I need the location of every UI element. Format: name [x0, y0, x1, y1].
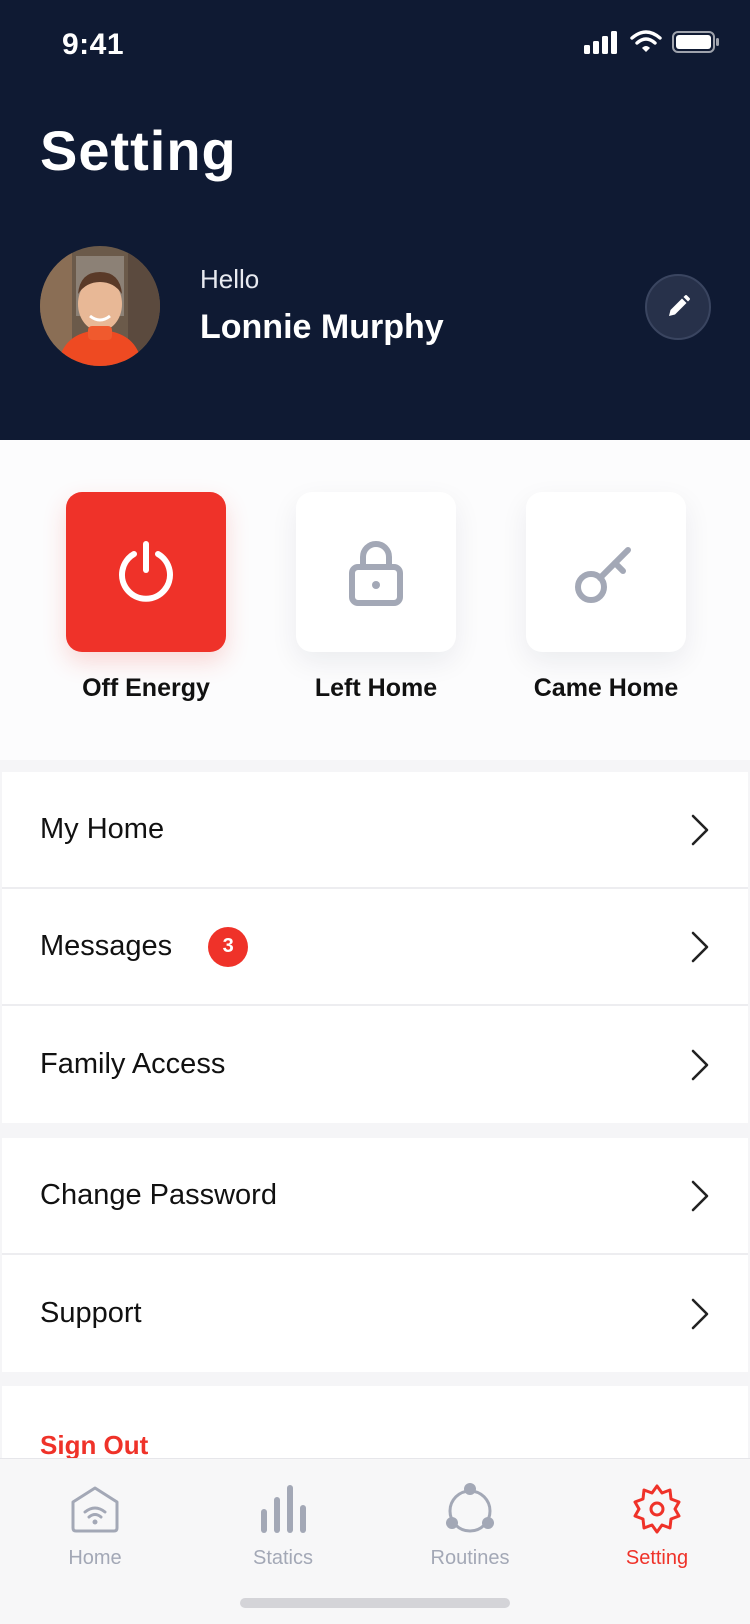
menu-group-account: My Home Messages 3 Family Access — [2, 772, 748, 1123]
menu-item-change-password[interactable]: Change Password — [2, 1138, 748, 1255]
menu-item-label: Messages — [40, 930, 173, 962]
user-name: Lonnie Murphy — [200, 308, 444, 346]
key-icon — [575, 547, 631, 603]
menu-item-label: Family Access — [40, 1048, 226, 1080]
avatar — [40, 246, 160, 366]
edit-profile-button[interactable] — [645, 274, 711, 340]
left-home-tile[interactable] — [296, 492, 456, 652]
pencil-icon — [669, 295, 690, 316]
off-energy-label: Off Energy — [82, 674, 210, 702]
left-home-label: Left Home — [314, 674, 438, 702]
chevron-right-icon — [691, 1049, 709, 1080]
came-home-tile[interactable] — [526, 492, 686, 652]
chevron-right-icon — [691, 1180, 709, 1211]
menu-item-label: Support — [40, 1297, 142, 1329]
chevron-right-icon — [691, 814, 709, 845]
menu-item-messages[interactable]: Messages 3 — [2, 889, 748, 1006]
menu-group-security: Change Password Support — [2, 1138, 748, 1372]
tab-label: Setting — [625, 1547, 689, 1569]
home-icon — [71, 1486, 119, 1533]
menu-item-support[interactable]: Support — [2, 1255, 748, 1372]
menu-item-label: Change Password — [40, 1179, 277, 1211]
status-bar: 9:41 — [0, 0, 750, 90]
menu-item-family-access[interactable]: Family Access — [2, 1006, 748, 1123]
unread-count-badge: 3 — [208, 926, 249, 967]
page-title: Setting — [40, 119, 237, 182]
tab-statics[interactable]: Statics — [213, 1479, 353, 1570]
lock-icon — [349, 541, 403, 606]
tab-setting[interactable]: Setting — [587, 1479, 727, 1570]
gear-icon — [633, 1484, 681, 1534]
menu-item-label: My Home — [40, 813, 165, 845]
quick-actions-panel: Off Energy Left Home Came Home — [0, 440, 750, 760]
tab-label: Routines — [430, 1547, 510, 1569]
came-home-label: Came Home — [533, 674, 679, 702]
left-home-action[interactable]: Left Home — [296, 492, 456, 703]
off-energy-tile[interactable] — [66, 492, 226, 652]
power-icon — [119, 541, 173, 602]
wifi-icon — [630, 30, 662, 52]
came-home-action[interactable]: Came Home — [526, 492, 686, 703]
tab-label: Home — [68, 1547, 122, 1569]
status-icons — [584, 30, 720, 54]
chevron-right-icon — [691, 1298, 709, 1329]
tab-home[interactable]: Home — [25, 1479, 165, 1570]
status-time: 9:41 — [62, 28, 125, 61]
tab-label: Statics — [252, 1547, 314, 1569]
greeting-text: Hello — [200, 264, 260, 294]
bar-chart-icon — [261, 1485, 306, 1533]
home-indicator[interactable] — [240, 1598, 510, 1608]
sign-out-button[interactable]: Sign Out — [40, 1430, 148, 1461]
battery-icon — [672, 31, 719, 53]
routines-icon — [446, 1483, 494, 1533]
tab-routines[interactable]: Routines — [400, 1479, 540, 1570]
menu-item-my-home[interactable]: My Home — [2, 772, 748, 889]
signal-icon — [584, 31, 617, 54]
profile-header: 9:41 Setting Hello Lonnie Murphy — [0, 0, 750, 440]
chevron-right-icon — [691, 931, 709, 962]
off-energy-action[interactable]: Off Energy — [66, 492, 226, 703]
